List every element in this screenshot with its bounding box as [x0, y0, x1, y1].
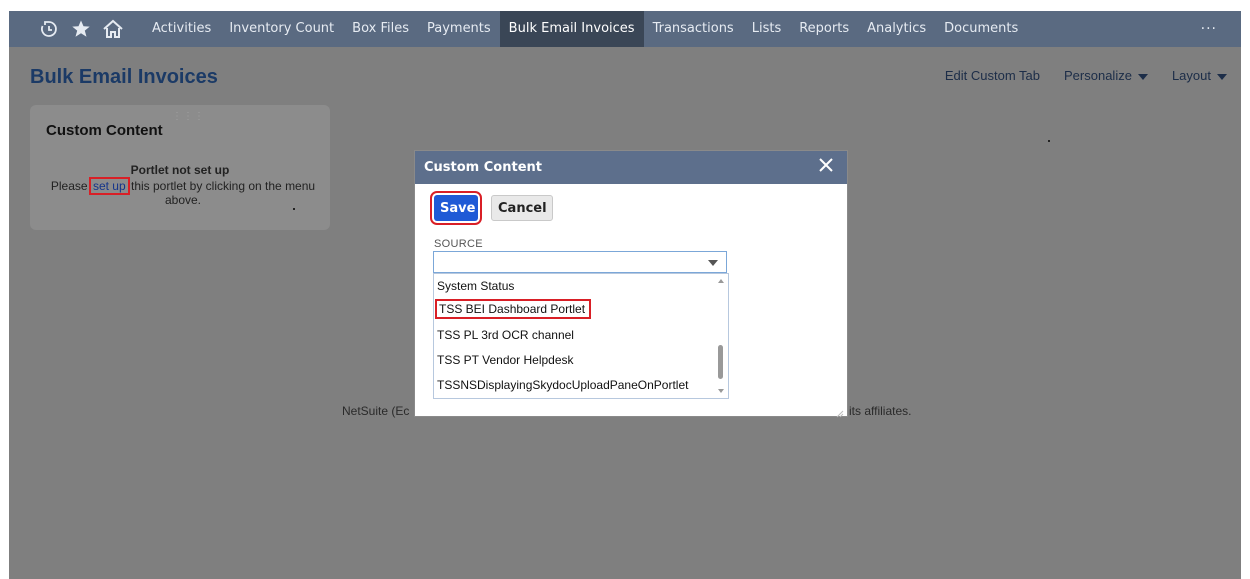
close-icon[interactable]	[817, 156, 835, 174]
page-actions: Edit Custom Tab Personalize Layout	[945, 68, 1227, 83]
scroll-thumb[interactable]	[718, 345, 723, 379]
dialog-title: Custom Content	[424, 160, 542, 175]
dot-mark	[1048, 140, 1050, 142]
portlet-message-before: Please	[50, 179, 88, 193]
source-label: SOURCE	[434, 238, 483, 250]
nav-payments[interactable]: Payments	[418, 11, 500, 47]
scroll-down-icon[interactable]	[718, 389, 724, 393]
option-tssns-displaying-skydoc[interactable]: TSSNSDisplayingSkydocUploadPaneOnPortlet	[437, 378, 688, 392]
option-system-status[interactable]: System Status	[437, 279, 514, 293]
dialog-header: Custom Content	[415, 151, 847, 184]
nav-lists[interactable]: Lists	[743, 11, 791, 47]
cancel-button[interactable]: Cancel	[491, 195, 553, 221]
resize-grip-icon[interactable]	[836, 405, 844, 418]
star-icon[interactable]	[65, 11, 97, 47]
drag-handle-icon[interactable]: ⋮⋮⋮	[172, 111, 205, 122]
layout-menu[interactable]: Layout	[1172, 68, 1227, 83]
source-select[interactable]	[433, 251, 727, 273]
custom-content-dialog: Custom Content Save Cancel SOURCE System…	[415, 151, 847, 418]
portlet-message-after: this portlet by clicking on the menu abo…	[130, 179, 316, 207]
footer-text-left: NetSuite (Ec	[342, 404, 410, 418]
set-up-link[interactable]: set up	[88, 177, 130, 195]
save-button[interactable]: Save	[430, 191, 482, 225]
dropdown-scrollbar[interactable]	[715, 274, 727, 398]
nav-analytics[interactable]: Analytics	[858, 11, 935, 47]
recent-icon[interactable]	[33, 11, 65, 47]
source-dropdown-list: System Status TSS BEI Dashboard Portlet …	[433, 273, 729, 399]
footer-text-right: its affiliates.	[849, 404, 912, 418]
dot-mark	[293, 208, 295, 210]
layout-label: Layout	[1171, 68, 1211, 83]
nav-documents[interactable]: Documents	[935, 11, 1027, 47]
scroll-up-icon[interactable]	[718, 279, 724, 283]
chevron-down-icon	[1137, 73, 1148, 80]
window-edge	[0, 0, 9, 579]
personalize-menu[interactable]: Personalize	[1064, 68, 1148, 83]
nav-inventory-count[interactable]: Inventory Count	[220, 11, 343, 47]
nav-activities[interactable]: Activities	[143, 11, 220, 47]
home-icon[interactable]	[97, 11, 129, 47]
personalize-label: Personalize	[1064, 68, 1132, 83]
nav-box-files[interactable]: Box Files	[343, 11, 418, 47]
option-tss-pl-3rd-ocr-channel[interactable]: TSS PL 3rd OCR channel	[437, 328, 574, 342]
page-title: Bulk Email Invoices	[30, 66, 218, 88]
nav-reports[interactable]: Reports	[790, 11, 858, 47]
nav-bulk-email-invoices[interactable]: Bulk Email Invoices	[499, 11, 644, 47]
nav-more-button[interactable]: ···	[1191, 11, 1241, 47]
edit-custom-tab-link[interactable]: Edit Custom Tab	[945, 68, 1040, 83]
top-nav: Activities Inventory Count Box Files Pay…	[9, 11, 1241, 47]
nav-transactions[interactable]: Transactions	[644, 11, 743, 47]
portlet-title: Custom Content	[46, 122, 163, 139]
portlet-message-title: Portlet not set up	[130, 163, 230, 177]
chevron-down-icon	[1217, 73, 1227, 80]
option-tss-bei-dashboard-portlet[interactable]: TSS BEI Dashboard Portlet	[434, 299, 592, 319]
chevron-down-icon[interactable]	[708, 260, 718, 266]
custom-content-portlet: ⋮⋮⋮ Custom Content Portlet not set up Pl…	[30, 105, 330, 230]
portlet-message: Please set up this portlet by clicking o…	[50, 177, 316, 207]
option-tss-pt-vendor-helpdesk[interactable]: TSS PT Vendor Helpdesk	[437, 353, 574, 367]
